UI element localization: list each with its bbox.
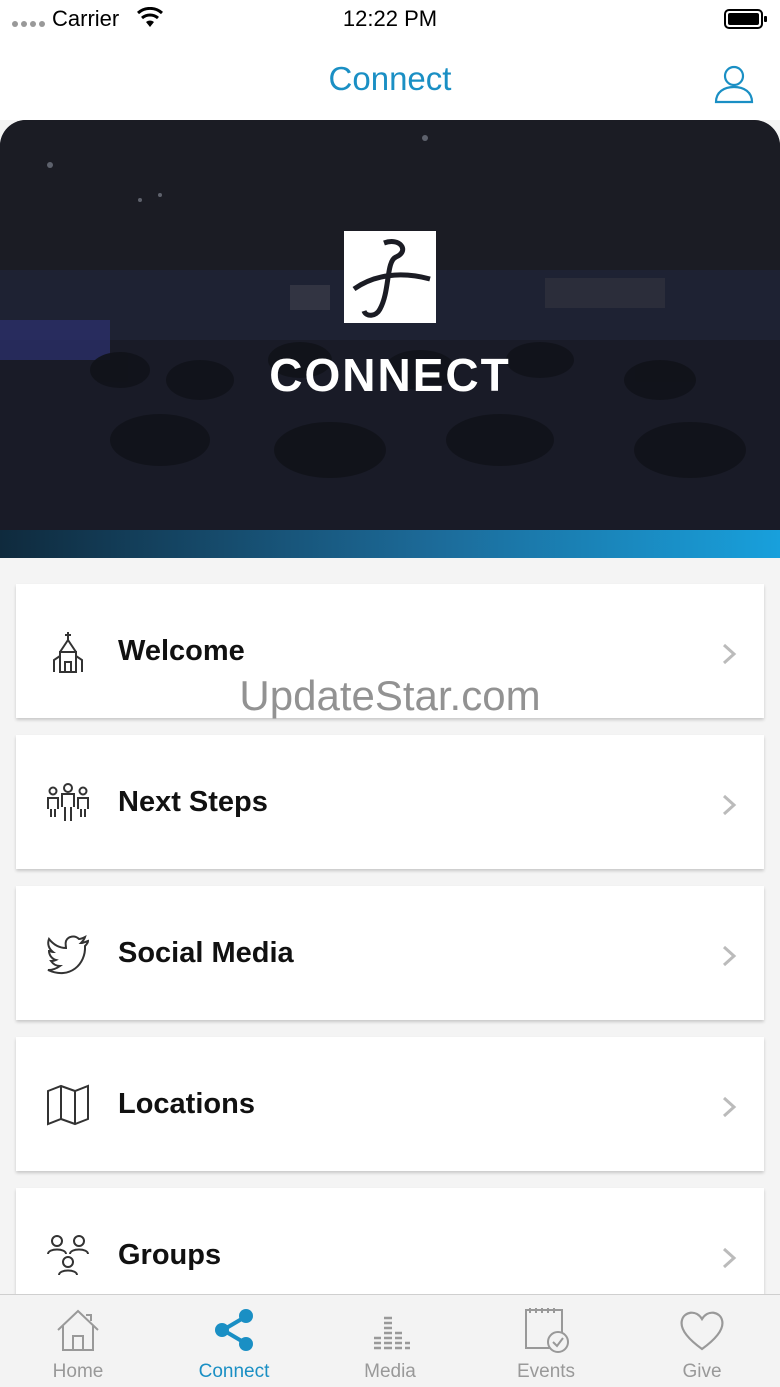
tab-events[interactable]: Events	[468, 1295, 624, 1387]
watermark: UpdateStar.com	[239, 672, 541, 719]
tab-media[interactable]: Media	[312, 1295, 468, 1387]
list-item-next-steps[interactable]: Next Steps	[16, 735, 764, 869]
chevron-right-icon	[722, 794, 737, 816]
church-logo-icon	[344, 231, 436, 323]
chevron-right-icon	[722, 643, 737, 665]
calendar-icon	[525, 1308, 569, 1353]
battery-icon	[724, 9, 767, 29]
chevron-right-icon	[722, 1247, 737, 1269]
list-item-locations[interactable]: Locations	[16, 1037, 764, 1171]
home-icon	[57, 1309, 99, 1351]
user-icon[interactable]	[712, 62, 756, 106]
church-icon	[53, 632, 83, 673]
map-icon	[47, 1084, 89, 1126]
navigation-bar: Connect	[0, 40, 780, 120]
clock-label: 12:22 PM	[342, 6, 438, 31]
heart-icon	[680, 1311, 724, 1351]
tab-label: Home	[52, 1361, 104, 1382]
tab-label: Media	[364, 1361, 416, 1382]
twitter-icon	[47, 935, 90, 975]
tab-label: Connect	[198, 1361, 270, 1382]
list-item-social-media[interactable]: Social Media	[16, 886, 764, 1020]
chevron-right-icon	[722, 945, 737, 967]
list-item-label: Groups	[118, 1238, 222, 1271]
list-item-label: Welcome	[118, 634, 245, 667]
tab-label: Give	[682, 1361, 722, 1382]
list-item-label: Social Media	[118, 936, 294, 969]
tab-connect[interactable]: Connect	[156, 1295, 312, 1387]
tab-bar: Home Connect Media Events Give	[0, 1294, 780, 1387]
accent-stripe	[0, 530, 780, 558]
tab-label: Events	[516, 1361, 576, 1382]
media-icon	[374, 1316, 410, 1350]
tab-give[interactable]: Give	[624, 1295, 780, 1387]
share-icon	[215, 1309, 253, 1351]
hero-banner: CONNECT	[0, 120, 780, 558]
chevron-right-icon	[722, 1096, 737, 1118]
list-item-label: Locations	[118, 1087, 255, 1120]
tab-home[interactable]: Home	[0, 1295, 156, 1387]
list-item-label: Next Steps	[118, 785, 268, 818]
page-title: Connect	[328, 60, 452, 97]
status-bar: Carrier 12:22 PM	[0, 0, 780, 40]
group-icon	[47, 1235, 89, 1276]
people-icon	[47, 783, 89, 821]
auditorium-photo	[0, 120, 780, 530]
hero-title: CONNECT	[269, 349, 511, 401]
